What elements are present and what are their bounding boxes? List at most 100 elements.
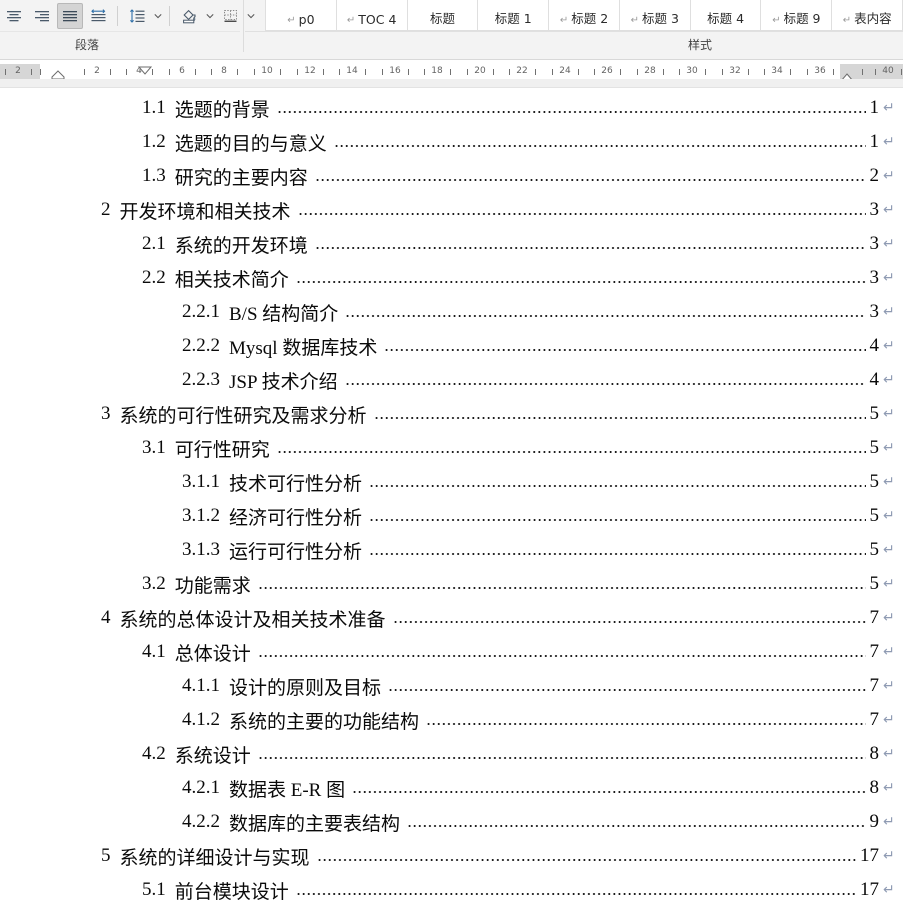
ruler-tick-mark (408, 69, 409, 75)
paragraph-mark-icon: ↵ (883, 338, 895, 354)
borders-chevron-down-icon[interactable] (244, 3, 257, 29)
align-right-icon[interactable] (29, 3, 55, 29)
style-gallery-item[interactable]: 标题 4 (690, 0, 762, 31)
style-gallery-item[interactable]: 标题 (407, 0, 479, 31)
toc-dot-leader (297, 201, 866, 220)
toc-entry-title: 技术可行性分析 (229, 473, 363, 495)
ruler-tick-label: 10 (261, 66, 273, 76)
ruler-tick-mark (110, 69, 111, 75)
toc-dot-leader (369, 507, 866, 526)
toc-entry-number: 3 (101, 403, 111, 424)
toc-entry[interactable]: 3.1.1 技术可行性分析 5 ↵ (0, 465, 903, 499)
style-gallery-item[interactable]: ↵ TOC 4 (336, 0, 408, 31)
ruler-tick-label: 2 (15, 66, 21, 76)
distributed-icon[interactable] (85, 3, 111, 29)
first-line-indent-marker[interactable] (137, 62, 153, 80)
toc-entry[interactable]: 5.1 前台模块设计 17 ↵ (0, 873, 903, 904)
toc-entry-page-number: 7 (869, 709, 880, 730)
toc-entry[interactable]: 4.1.2 系统的主要的功能结构 7 ↵ (0, 703, 903, 737)
toc-entry-number: 5 (101, 845, 111, 866)
toc-entry-title: 可行性研究 (174, 439, 270, 461)
line-spacing-chevron-down-icon[interactable] (151, 3, 164, 29)
toc-entry[interactable]: 4.1.1 设计的原则及目标 7 ↵ (0, 669, 903, 703)
paragraph-mark-icon: ↵ (883, 610, 895, 626)
toc-dot-leader (426, 711, 866, 730)
style-gallery-item[interactable]: ↵ 表内容 (832, 0, 903, 31)
toc-entry[interactable]: 5 系统的详细设计与实现 17 ↵ (0, 839, 903, 873)
toc-entry-title: 相关技术简介 (174, 269, 289, 291)
shading-chevron-down-icon[interactable] (203, 3, 216, 29)
toc-entry[interactable]: 2.1 系统的开发环境 3 ↵ (0, 227, 903, 261)
pilcrow-icon: ↵ (842, 15, 852, 26)
align-center-icon[interactable] (1, 3, 27, 29)
toc-entry[interactable]: 2.2.3 JSP 技术介绍 4 ↵ (0, 363, 903, 397)
toc-entry-number: 1.1 (142, 97, 166, 118)
toc-dot-leader (388, 677, 866, 696)
toc-entry[interactable]: 3.1.2 经济可行性分析 5 ↵ (0, 499, 903, 533)
paragraph-mark-icon: ↵ (883, 100, 895, 116)
toc-entry-number: 2.2.2 (182, 335, 220, 356)
line-spacing-icon[interactable] (124, 3, 150, 29)
style-gallery-item[interactable]: ↵ 标题 2 (549, 0, 620, 31)
toc-dot-leader (407, 813, 866, 832)
ruler-tick-mark (748, 69, 749, 75)
styles-gallery[interactable]: ↵ p0 ↵ TOC 4 标题 标题 1 ↵ 标题 2 ↵ 标题 3 标题 4 ↵ 标题 9 ↵ 表内容 (265, 0, 903, 31)
toc-entry[interactable]: 4.1 总体设计 7 ↵ (0, 635, 903, 669)
toc-entry[interactable]: 2.2.2 Mysql 数据库技术 4 ↵ (0, 329, 903, 363)
toc-entry-number: 3.2 (142, 573, 166, 594)
toc-entry-page-number: 5 (869, 437, 880, 458)
toc-dot-leader (276, 99, 866, 118)
toc-entry[interactable]: 4.2.2 数据库的主要表结构 9 ↵ (0, 805, 903, 839)
document-page[interactable]: 1.1 选题的背景 1 ↵ 1.2 选题的目的与意义 1 ↵ 1.3 研究的主要内容 2 ↵ 2 开发环境… (0, 88, 903, 904)
toc-entry[interactable]: 4 系统的总体设计及相关技术准备 7 ↵ (0, 601, 903, 635)
toc-entry-title: 选题的目的与意义 (174, 133, 327, 155)
toc-entry-number: 4.1.1 (182, 675, 220, 696)
toc-entry-page-number: 5 (869, 471, 880, 492)
borders-icon[interactable] (217, 3, 243, 29)
toc-entry-page-number: 5 (869, 539, 880, 560)
toc-dot-leader (276, 439, 866, 458)
toc-entry-page-number: 3 (869, 301, 880, 322)
paragraph-mark-icon: ↵ (883, 508, 895, 524)
paragraph-mark-icon: ↵ (883, 678, 895, 694)
ruler-tick-mark (211, 69, 212, 75)
toc-entry[interactable]: 1.2 选题的目的与意义 1 ↵ (0, 125, 903, 159)
style-gallery-item-label: 表内容 (854, 11, 892, 26)
ruler-ticks: 2 2 4 6 8 10 12 14 16 18 20 22 24 26 28 30 32 34 36 40 (0, 64, 903, 79)
ribbon: ↵ p0 ↵ TOC 4 标题 标题 1 ↵ 标题 2 ↵ 标题 3 标题 4 ↵ 标题 9 ↵ 表内容 段… (0, 0, 903, 88)
toc-entry[interactable]: 3.1 可行性研究 5 ↵ (0, 431, 903, 465)
style-gallery-item[interactable]: ↵ 标题 3 (619, 0, 691, 31)
toc-entry[interactable]: 2 开发环境和相关技术 3 ↵ (0, 193, 903, 227)
ruler-tick-label: 16 (389, 66, 401, 76)
toc-entry[interactable]: 4.2 系统设计 8 ↵ (0, 737, 903, 771)
shading-icon[interactable] (176, 3, 202, 29)
toc-entry[interactable]: 2.2.1 B/S 结构简介 3 ↵ (0, 295, 903, 329)
ruler-tick-label: 34 (771, 66, 783, 76)
toc-entry-number: 3.1.2 (182, 505, 220, 526)
ruler-tick-mark (552, 69, 553, 75)
toc-dot-leader (295, 269, 866, 288)
ruler-tick-label: 12 (304, 66, 316, 76)
toc-dot-leader (295, 881, 856, 900)
horizontal-ruler[interactable]: 2 2 4 6 8 10 12 14 16 18 20 22 24 26 28 30 32 34 36 40 (0, 60, 903, 88)
toc-entry-title: 系统的详细设计与实现 (119, 847, 310, 869)
toc-entry-number: 2 (101, 199, 111, 220)
pilcrow-icon: ↵ (630, 15, 640, 26)
toc-entry[interactable]: 4.2.1 数据表 E-R 图 8 ↵ (0, 771, 903, 805)
toc-entry[interactable]: 3 系统的可行性研究及需求分析 5 ↵ (0, 397, 903, 431)
toc-entry-title: 功能需求 (174, 575, 251, 597)
toc-entry-page-number: 5 (869, 573, 880, 594)
ruler-tick-mark (875, 69, 876, 75)
toc-entry[interactable]: 1.1 选题的背景 1 ↵ (0, 91, 903, 125)
ruler-tick-label: 8 (221, 66, 227, 76)
style-gallery-item[interactable]: 标题 1 (478, 0, 550, 31)
toc-entry[interactable]: 3.2 功能需求 5 ↵ (0, 567, 903, 601)
style-gallery-item[interactable]: ↵ p0 (265, 0, 337, 31)
toc-entry[interactable]: 2.2 相关技术简介 3 ↵ (0, 261, 903, 295)
toc-dot-leader (373, 405, 866, 424)
justify-icon[interactable] (57, 3, 83, 29)
toolbar-separator-2 (169, 6, 170, 26)
toc-entry[interactable]: 1.3 研究的主要内容 2 ↵ (0, 159, 903, 193)
toc-entry[interactable]: 3.1.3 运行可行性分析 5 ↵ (0, 533, 903, 567)
style-gallery-item[interactable]: ↵ 标题 9 (761, 0, 833, 31)
